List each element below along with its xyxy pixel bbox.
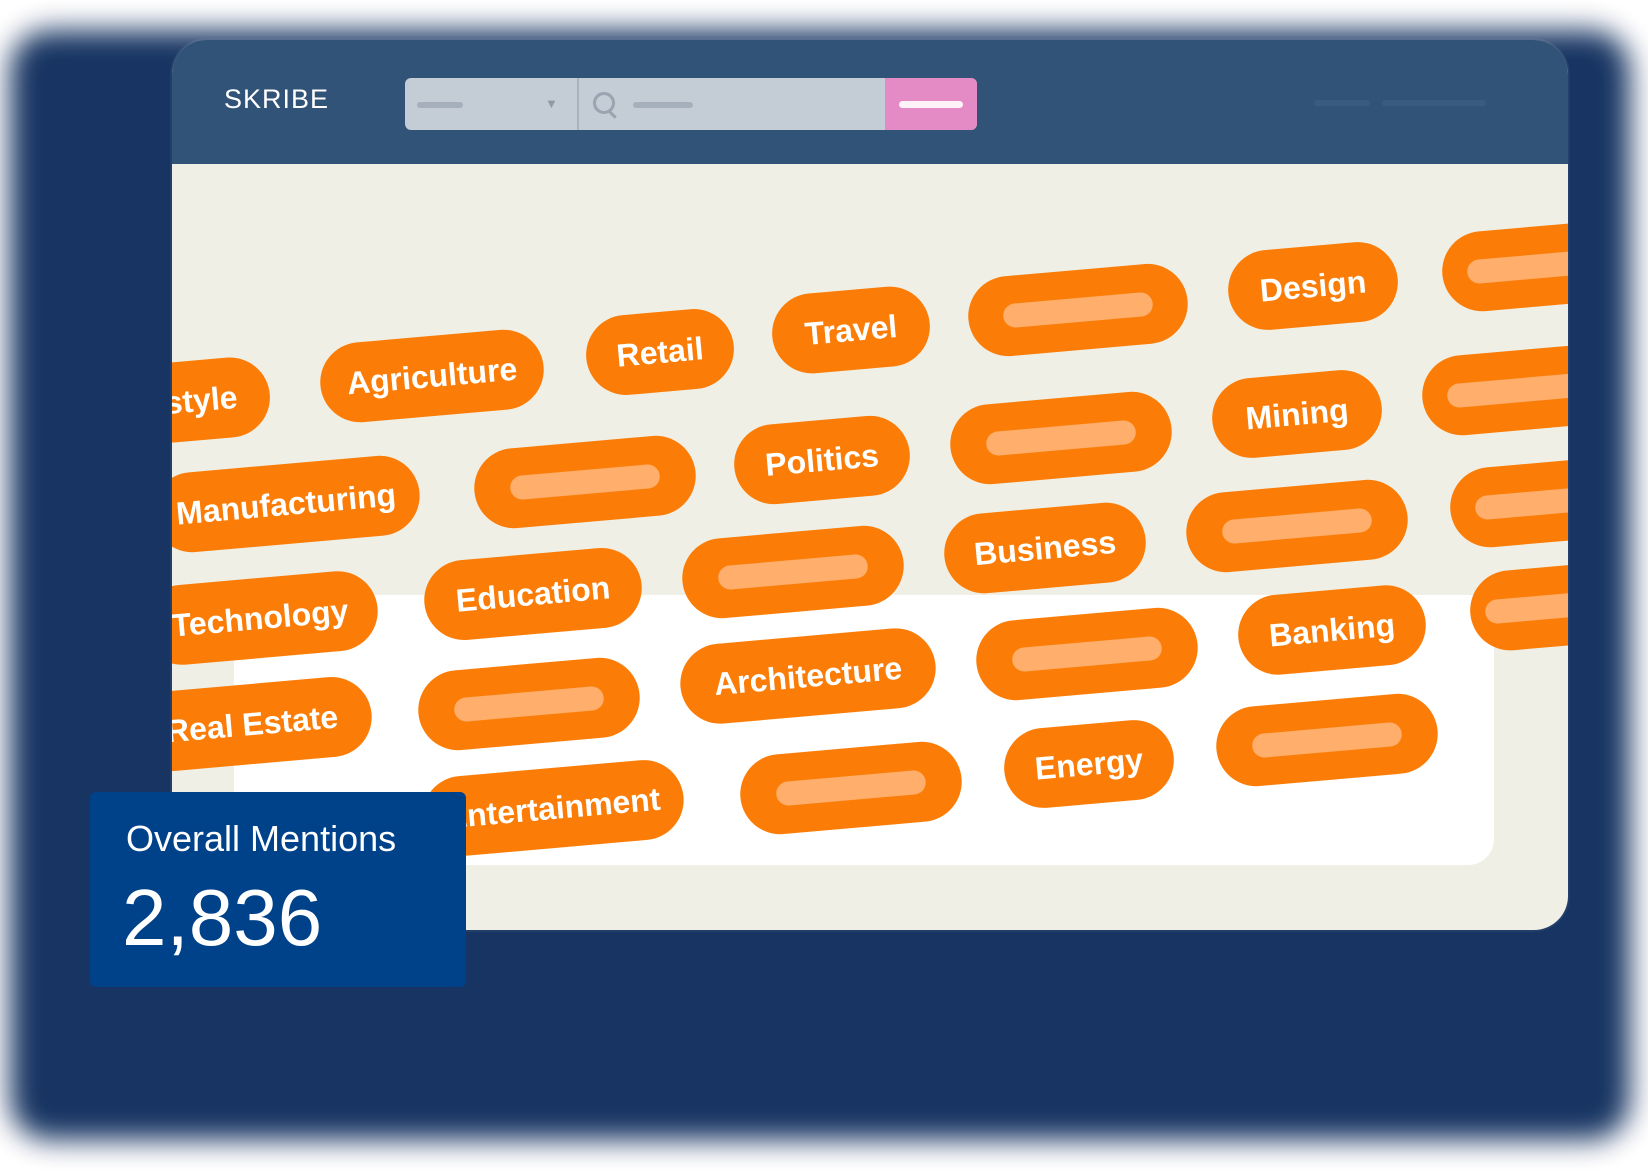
tag-design[interactable]: Design xyxy=(1224,238,1402,334)
tag-placeholder-bar xyxy=(1446,371,1568,409)
tag-label: Energy xyxy=(1033,740,1145,787)
tag-placeholder[interactable] xyxy=(972,604,1202,704)
tag-agriculture[interactable]: Agriculture xyxy=(316,326,548,426)
tag-technology[interactable]: Technology xyxy=(172,567,382,669)
tag-label: Real Estate xyxy=(172,698,340,749)
tag-placeholder-bar xyxy=(509,463,661,501)
tag-label: Technology xyxy=(172,591,350,644)
overall-mentions-card: Overall Mentions 2,836 xyxy=(90,792,466,987)
tag-label: Entertainment xyxy=(444,780,662,835)
tag-label: Manufacturing xyxy=(174,475,398,532)
tag-placeholder[interactable] xyxy=(1418,341,1568,439)
tag-business[interactable]: Business xyxy=(940,499,1150,597)
tag-label: Agriculture xyxy=(345,350,519,401)
tag-placeholder-bar xyxy=(717,553,869,591)
tag-politics[interactable]: Politics xyxy=(730,412,914,508)
tag-manufacturing[interactable]: Manufacturing xyxy=(172,452,423,556)
tag-placeholder[interactable] xyxy=(1438,217,1568,315)
tag-placeholder[interactable] xyxy=(1466,558,1568,654)
tag-placeholder[interactable] xyxy=(736,738,966,838)
stat-value: 2,836 xyxy=(122,873,323,962)
stat-label: Overall Mentions xyxy=(126,818,397,859)
tag-label: Architecture xyxy=(712,649,904,702)
tag-banking[interactable]: Banking xyxy=(1234,581,1430,679)
tag-label: Retail xyxy=(614,329,705,374)
tag-label: Education xyxy=(454,568,612,619)
tag-placeholder[interactable] xyxy=(414,654,644,754)
tag-label: Travel xyxy=(803,307,899,352)
tag-placeholder[interactable] xyxy=(678,522,908,622)
tag-label: Business xyxy=(972,523,1118,572)
tag-placeholder-bar xyxy=(453,685,605,723)
tag-label: Politics xyxy=(763,436,881,483)
tag-label: Banking xyxy=(1267,606,1397,653)
tag-placeholder[interactable] xyxy=(470,432,700,532)
tag-travel[interactable]: Travel xyxy=(768,283,934,377)
tag-placeholder[interactable] xyxy=(1212,690,1442,790)
tag-placeholder-bar xyxy=(1221,507,1373,545)
tag-placeholder-bar xyxy=(775,769,927,807)
tag-placeholder-bar xyxy=(1002,291,1154,329)
tag-placeholder[interactable] xyxy=(964,260,1192,360)
tag-placeholder-bar xyxy=(1466,247,1568,285)
tag-placeholder[interactable] xyxy=(946,388,1176,488)
tag-mining[interactable]: Mining xyxy=(1208,366,1386,462)
tag-placeholder-bar xyxy=(1474,483,1568,521)
tag-placeholder-bar xyxy=(1251,721,1403,759)
tag-energy[interactable]: Energy xyxy=(1000,716,1178,812)
tag-placeholder[interactable] xyxy=(1446,453,1568,551)
tag-placeholder-bar xyxy=(1484,587,1568,625)
tag-architecture[interactable]: Architecture xyxy=(677,624,939,728)
tag-education[interactable]: Education xyxy=(420,544,646,644)
tag-style[interactable]: style xyxy=(172,354,274,446)
tag-label: Design xyxy=(1258,262,1368,309)
tag-real-estate[interactable]: Real Estate xyxy=(172,673,376,775)
tag-label: Mining xyxy=(1244,391,1350,436)
tag-retail[interactable]: Retail xyxy=(582,305,738,399)
tag-placeholder-bar xyxy=(985,419,1137,457)
tag-placeholder[interactable] xyxy=(1182,476,1412,576)
tag-placeholder-bar xyxy=(1011,635,1163,673)
tag-label: style xyxy=(172,378,239,421)
